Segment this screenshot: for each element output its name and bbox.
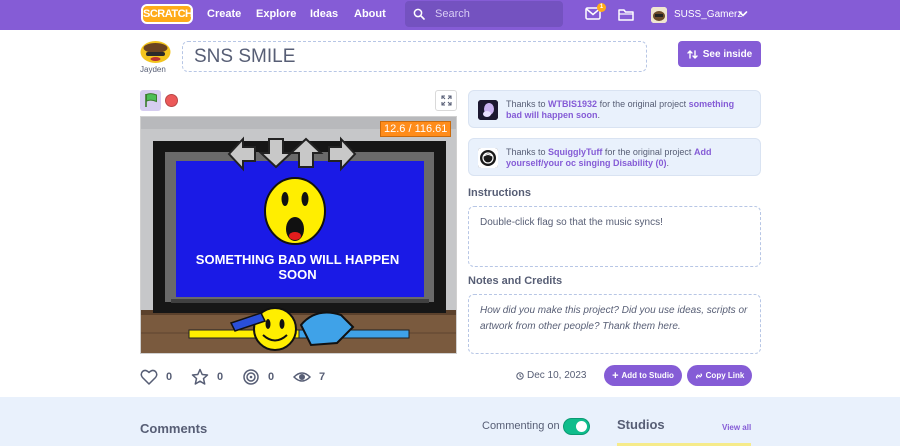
see-inside-label: See inside [702, 48, 753, 60]
credit-prefix: Thanks to [506, 99, 546, 109]
favorite-stat[interactable]: 0 [191, 368, 223, 386]
remix-stat[interactable]: 0 [242, 368, 274, 386]
toggle-knob [576, 421, 587, 432]
remix-count: 0 [268, 371, 275, 383]
nav-about[interactable]: About [354, 8, 386, 20]
eye-icon [293, 372, 311, 382]
credit-prefix: Thanks to [506, 147, 546, 157]
fullscreen-button[interactable] [435, 90, 457, 111]
credit-thumbnail[interactable] [478, 100, 498, 120]
smiley-face [264, 177, 326, 245]
see-inside-button[interactable]: See inside [678, 41, 761, 67]
username[interactable]: SUSS_Gamerz [674, 9, 742, 20]
views-stat: 7 [293, 368, 325, 386]
notes-heading: Notes and Credits [468, 275, 563, 287]
remix-icon [687, 49, 698, 59]
credit-suffix: . [666, 158, 670, 168]
project-title[interactable]: SNS SMILE [182, 41, 647, 72]
message-count-badge: 1 [597, 3, 606, 12]
credit-user-link[interactable]: WTBIS1932 [548, 99, 597, 109]
commenting-label: Commenting on [482, 420, 560, 432]
author-avatar[interactable] [140, 40, 171, 64]
calendar-icon [516, 371, 524, 380]
user-avatar[interactable] [651, 7, 667, 23]
comments-section [0, 397, 900, 446]
stage-screen-text: SOMETHING BAD WILL HAPPEN SOON [195, 252, 400, 282]
search-box[interactable] [405, 1, 563, 27]
add-to-studio-label: Add to Studio [621, 371, 674, 380]
stage-scene [141, 117, 456, 353]
top-nav: SCRATCH Create Explore Ideas About 1 SUS… [0, 0, 900, 30]
credit-card-1: Thanks to WTBIS1932 for the original pro… [468, 90, 761, 128]
nav-explore[interactable]: Explore [256, 8, 296, 20]
credit-suffix: . [597, 110, 601, 120]
commenting-toggle[interactable] [563, 418, 590, 435]
studios-heading: Studios [617, 417, 665, 432]
timer-readout: 12.6 / 116.61 [380, 121, 452, 137]
fullscreen-icon [440, 95, 452, 106]
views-count: 7 [319, 371, 326, 383]
comments-heading: Comments [140, 421, 208, 436]
love-stat[interactable]: 0 [140, 368, 172, 386]
nav-ideas[interactable]: Ideas [310, 8, 338, 20]
my-stuff-folder-icon[interactable] [618, 7, 634, 21]
green-flag-icon [144, 93, 157, 107]
remix-swirl-icon [243, 369, 259, 385]
shared-date: Dec 10, 2023 [516, 370, 587, 381]
notes-field[interactable]: How did you make this project? Did you u… [468, 294, 761, 354]
search-input[interactable] [435, 8, 555, 20]
star-icon [191, 368, 209, 385]
search-icon [413, 8, 425, 20]
credit-card-2: Thanks to SquigglyTuff for the original … [468, 138, 761, 176]
credit-user-link[interactable]: SquigglyTuff [548, 147, 602, 157]
credit-middle: for the original project [604, 147, 692, 157]
green-flag-button[interactable] [140, 90, 161, 111]
shared-date-text: Dec 10, 2023 [527, 370, 587, 381]
author-name[interactable]: Jayden [140, 65, 166, 74]
stop-button[interactable] [165, 94, 178, 107]
heart-icon [140, 369, 158, 385]
love-count: 0 [166, 371, 173, 383]
copy-link-button[interactable]: Copy Link [687, 365, 752, 386]
scratch-logo[interactable]: SCRATCH [141, 4, 193, 24]
project-stage[interactable] [140, 116, 457, 354]
instructions-field[interactable]: Double-click flag so that the music sync… [468, 206, 761, 267]
view-all-link[interactable]: View all [722, 423, 751, 432]
instructions-heading: Instructions [468, 187, 531, 199]
link-icon [695, 372, 702, 379]
credit-thumbnail[interactable] [478, 148, 498, 168]
favorite-count: 0 [217, 371, 224, 383]
add-to-studio-button[interactable]: + Add to Studio [604, 365, 682, 386]
chevron-down-icon[interactable] [738, 10, 748, 18]
copy-link-label: Copy Link [705, 371, 745, 380]
plus-icon: + [612, 369, 619, 382]
credit-middle: for the original project [599, 99, 687, 109]
nav-create[interactable]: Create [207, 8, 241, 20]
